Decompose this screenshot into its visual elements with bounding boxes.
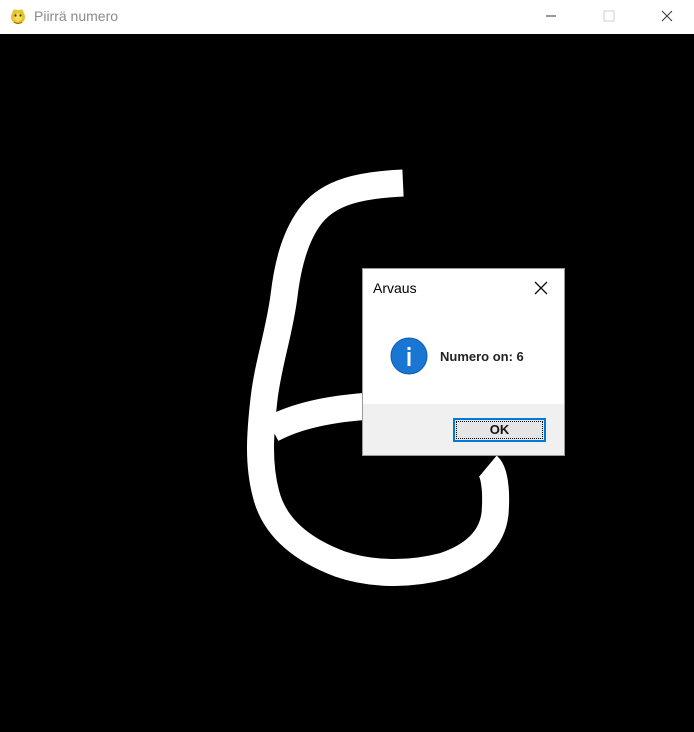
maximize-button[interactable] [586, 0, 632, 32]
drawing-canvas[interactable] [0, 34, 694, 732]
close-button[interactable] [644, 0, 690, 32]
message-dialog: Arvaus Numero on: 6 OK [362, 268, 565, 456]
ok-button[interactable]: OK [453, 418, 546, 442]
app-window: Piirrä numero Arvaus Numero on: 6 OK [0, 0, 694, 732]
dialog-message: Numero on: 6 [440, 349, 524, 364]
pygame-snake-icon [8, 6, 28, 26]
info-icon [390, 337, 428, 375]
dialog-footer: OK [363, 404, 564, 455]
drawn-digit-stroke [247, 169, 510, 587]
window-title: Piirrä numero [34, 8, 119, 24]
title-bar[interactable]: Piirrä numero [0, 0, 694, 34]
dialog-title: Arvaus [373, 280, 417, 296]
minimize-button[interactable] [528, 0, 574, 32]
dialog-close-button[interactable] [533, 280, 549, 296]
close-icon [534, 281, 548, 295]
